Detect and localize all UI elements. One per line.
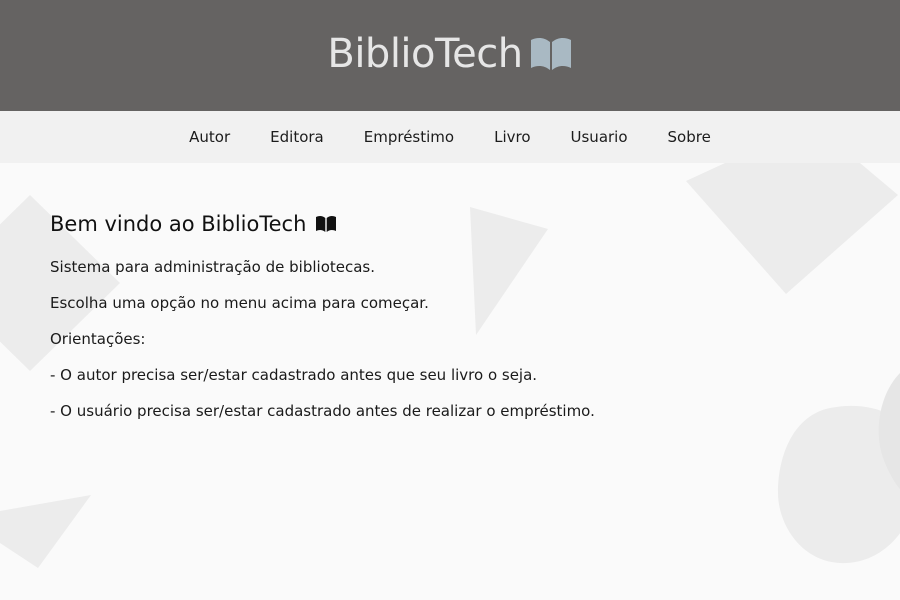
nav-item-livro[interactable]: Livro [494,128,530,146]
guideline-item: - O autor precisa ser/estar cadastrado a… [50,366,538,384]
nav-item-autor[interactable]: Autor [189,128,230,146]
instruction-text: Escolha uma opção no menu acima para com… [50,294,429,312]
intro-text: Sistema para administração de biblioteca… [50,258,376,276]
welcome-heading: Bem vindo ao BiblioTech [50,212,850,236]
nav-item-sobre[interactable]: Sobre [668,128,711,146]
nav-item-editora[interactable]: Editora [270,128,324,146]
logo[interactable]: BiblioTech [327,34,572,74]
open-book-icon [530,37,571,70]
nav-item-usuario[interactable]: Usuario [571,128,628,146]
guidelines-label: Orientações: [50,330,146,348]
logo-text: BiblioTech [327,30,523,77]
open-book-icon [316,215,337,232]
main-nav: Autor Editora Empréstimo Livro Usuario S… [0,111,900,163]
page-title: Bem vindo ao BiblioTech [50,212,307,236]
nav-item-emprestimo[interactable]: Empréstimo [364,128,454,146]
main-content: Bem vindo ao BiblioTech Sistema para adm… [50,212,850,438]
guideline-item: - O usuário precisa ser/estar cadastrado… [50,402,595,420]
header: BiblioTech [0,0,900,111]
page: BiblioTech Autor Editora Empréstimo Livr… [0,0,900,600]
bg-triangle-bottom-left [0,495,91,568]
